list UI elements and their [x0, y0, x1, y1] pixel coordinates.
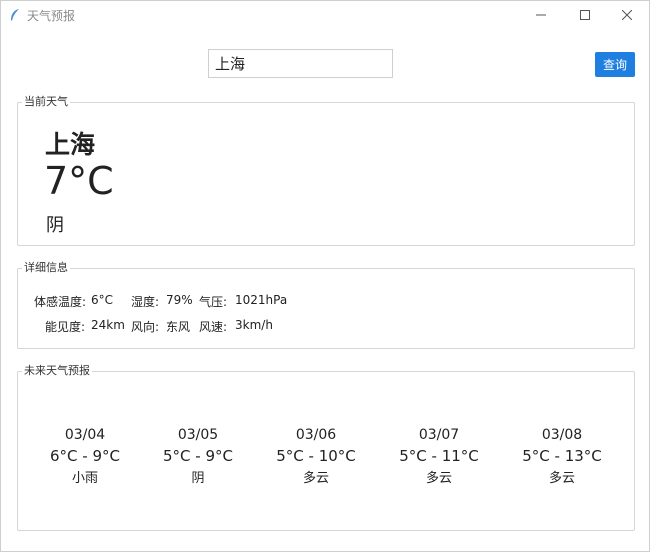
forecast-day: 03/04 6°C - 9°C 小雨 [30, 425, 140, 489]
forecast-date: 03/08 [541, 427, 583, 443]
forecast-date: 03/07 [418, 427, 460, 443]
forecast-condition: 阴 [191, 471, 205, 486]
detail-info-group-title: 详细信息 [22, 261, 70, 275]
forecast-day: 03/08 5°C - 13°C 多云 [507, 425, 617, 489]
feather-icon [9, 7, 21, 21]
forecast-temp-range: 5°C - 11°C [399, 447, 479, 465]
current-temperature: 7°C [44, 159, 114, 203]
forecast-condition: 小雨 [71, 471, 98, 486]
current-weather-group-title: 当前天气 [22, 95, 70, 109]
forecast-day: 03/07 5°C - 11°C 多云 [384, 425, 494, 489]
city-search-input[interactable] [208, 49, 393, 78]
current-condition: 阴 [46, 215, 64, 236]
app-window: 天气预报 查询 当前天气 上海 7°C 阴 详细信息 体感温度: 6°C 湿度:… [0, 0, 650, 552]
wind-direction-label: 风向: [131, 320, 160, 334]
close-button[interactable] [605, 1, 649, 29]
feels-like-value: 6°C [91, 293, 114, 307]
minimize-icon [536, 14, 546, 16]
current-weather-group: 当前天气 上海 7°C 阴 [17, 95, 635, 246]
close-icon [622, 10, 632, 20]
humidity-label: 湿度: [131, 295, 160, 309]
query-button[interactable]: 查询 [595, 52, 635, 77]
current-city: 上海 [45, 130, 96, 159]
forecast-condition: 多云 [302, 471, 329, 486]
forecast-temp-range: 5°C - 9°C [163, 447, 233, 465]
forecast-temp-range: 5°C - 13°C [522, 447, 602, 465]
forecast-day: 03/06 5°C - 10°C 多云 [261, 425, 371, 489]
forecast-date: 03/04 [64, 427, 106, 443]
minimize-button[interactable] [519, 1, 563, 29]
forecast-temp-range: 5°C - 10°C [276, 447, 356, 465]
feels-like-label: 体感温度: [34, 295, 87, 309]
forecast-condition: 多云 [425, 471, 452, 486]
forecast-temp-range: 6°C - 9°C [50, 447, 120, 465]
window-title: 天气预报 [27, 9, 76, 23]
wind-speed-value: 3km/h [235, 318, 273, 332]
forecast-date: 03/06 [295, 427, 337, 443]
visibility-value: 24km [91, 318, 125, 332]
forecast-day: 03/05 5°C - 9°C 阴 [143, 425, 253, 489]
forecast-condition: 多云 [548, 471, 575, 486]
forecast-group-title: 未来天气预报 [22, 364, 92, 378]
wind-direction-value: 东风 [166, 320, 191, 334]
pressure-value: 1021hPa [235, 293, 288, 307]
forecast-group: 未来天气预报 03/04 6°C - 9°C 小雨 03/05 5°C - 9°… [17, 364, 635, 531]
maximize-icon [580, 10, 590, 20]
forecast-date: 03/05 [177, 427, 219, 443]
visibility-label: 能见度: [45, 320, 86, 334]
maximize-button[interactable] [563, 1, 607, 29]
humidity-value: 79% [166, 293, 193, 307]
detail-info-group: 详细信息 体感温度: 6°C 湿度: 79% 气压: 1021hPa 能见度: … [17, 261, 635, 349]
wind-speed-label: 风速: [199, 320, 228, 334]
pressure-label: 气压: [199, 295, 228, 309]
title-bar[interactable]: 天气预报 [1, 1, 649, 29]
